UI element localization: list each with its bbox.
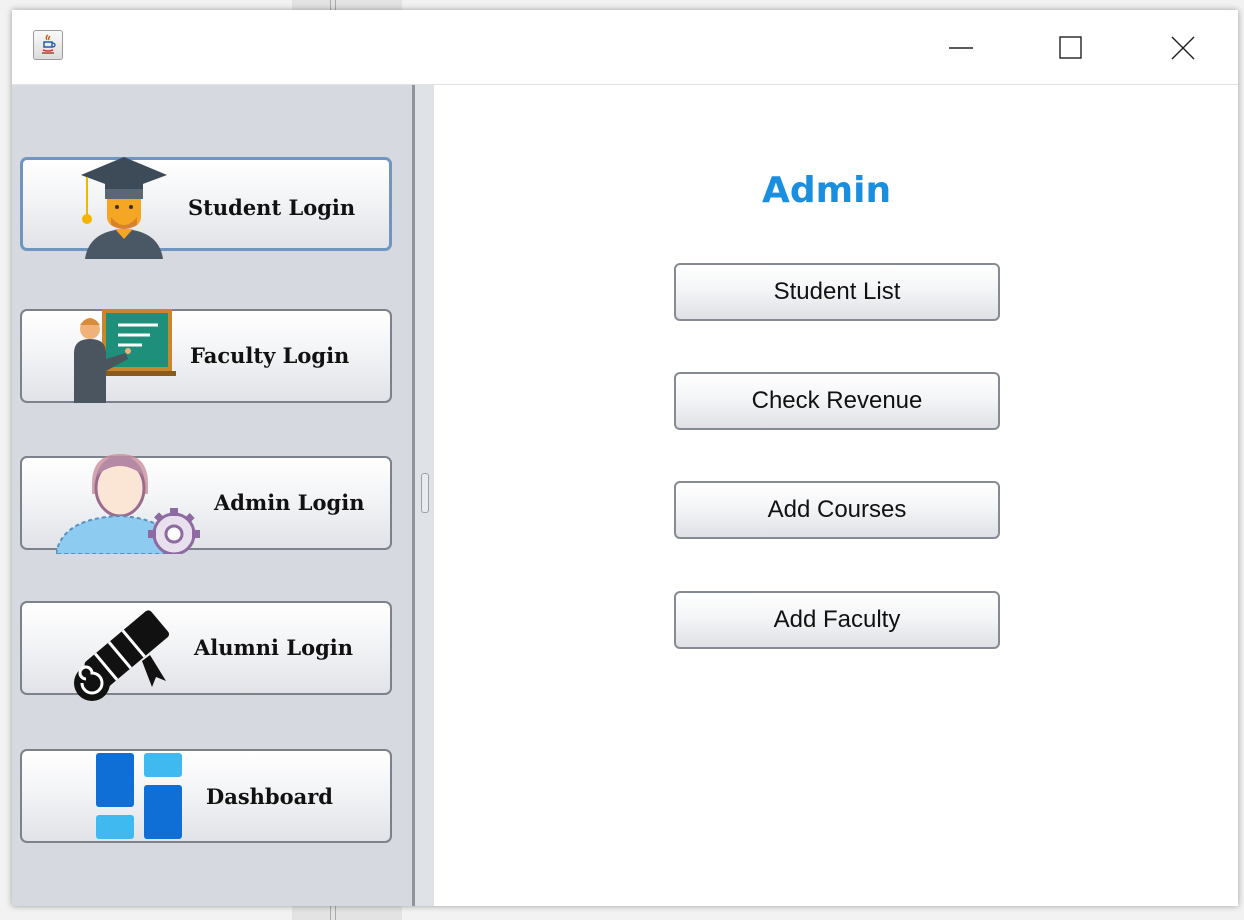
main-panel: Admin Student List Check Revenue Add Cou… xyxy=(434,85,1238,906)
alumni-login-button[interactable]: Alumni Login xyxy=(20,601,392,701)
admin-login-label: Admin Login xyxy=(214,490,365,515)
minimize-button[interactable] xyxy=(930,10,990,84)
page-title: Admin xyxy=(762,170,892,211)
teacher-blackboard-icon xyxy=(74,309,176,403)
faculty-login-label: Faculty Login xyxy=(190,343,350,368)
dashboard-tiles-icon xyxy=(96,753,182,839)
add-courses-button[interactable]: Add Courses xyxy=(674,481,1000,539)
add-faculty-button[interactable]: Add Faculty xyxy=(674,591,1000,649)
background-window-edge-bottom xyxy=(292,904,402,920)
maximize-button[interactable] xyxy=(1040,10,1100,84)
admin-login-button[interactable]: Admin Login xyxy=(20,454,392,554)
minimize-icon xyxy=(949,47,973,49)
student-login-button[interactable]: Student Login xyxy=(20,157,392,259)
divider-grip-handle[interactable] xyxy=(421,473,429,513)
maximize-icon xyxy=(1059,36,1082,59)
close-button[interactable] xyxy=(1152,10,1212,84)
alumni-login-label: Alumni Login xyxy=(194,635,354,660)
java-app-icon[interactable] xyxy=(33,30,63,60)
check-revenue-button[interactable]: Check Revenue xyxy=(674,372,1000,430)
diploma-scroll-icon xyxy=(74,610,169,701)
split-pane-divider[interactable] xyxy=(412,85,434,906)
title-bar xyxy=(12,10,1238,85)
dashboard-button[interactable]: Dashboard xyxy=(20,749,392,843)
student-login-label: Student Login xyxy=(188,195,356,220)
dashboard-label: Dashboard xyxy=(206,784,333,809)
admin-user-gear-icon xyxy=(56,454,200,554)
student-list-button[interactable]: Student List xyxy=(674,263,1000,321)
close-icon xyxy=(1171,36,1195,60)
sidebar: Student Login Faculty Login Admin Login … xyxy=(12,85,412,906)
graduate-student-icon xyxy=(81,157,167,259)
faculty-login-button[interactable]: Faculty Login xyxy=(20,309,392,403)
app-window: Student Login Faculty Login Admin Login … xyxy=(12,10,1238,906)
